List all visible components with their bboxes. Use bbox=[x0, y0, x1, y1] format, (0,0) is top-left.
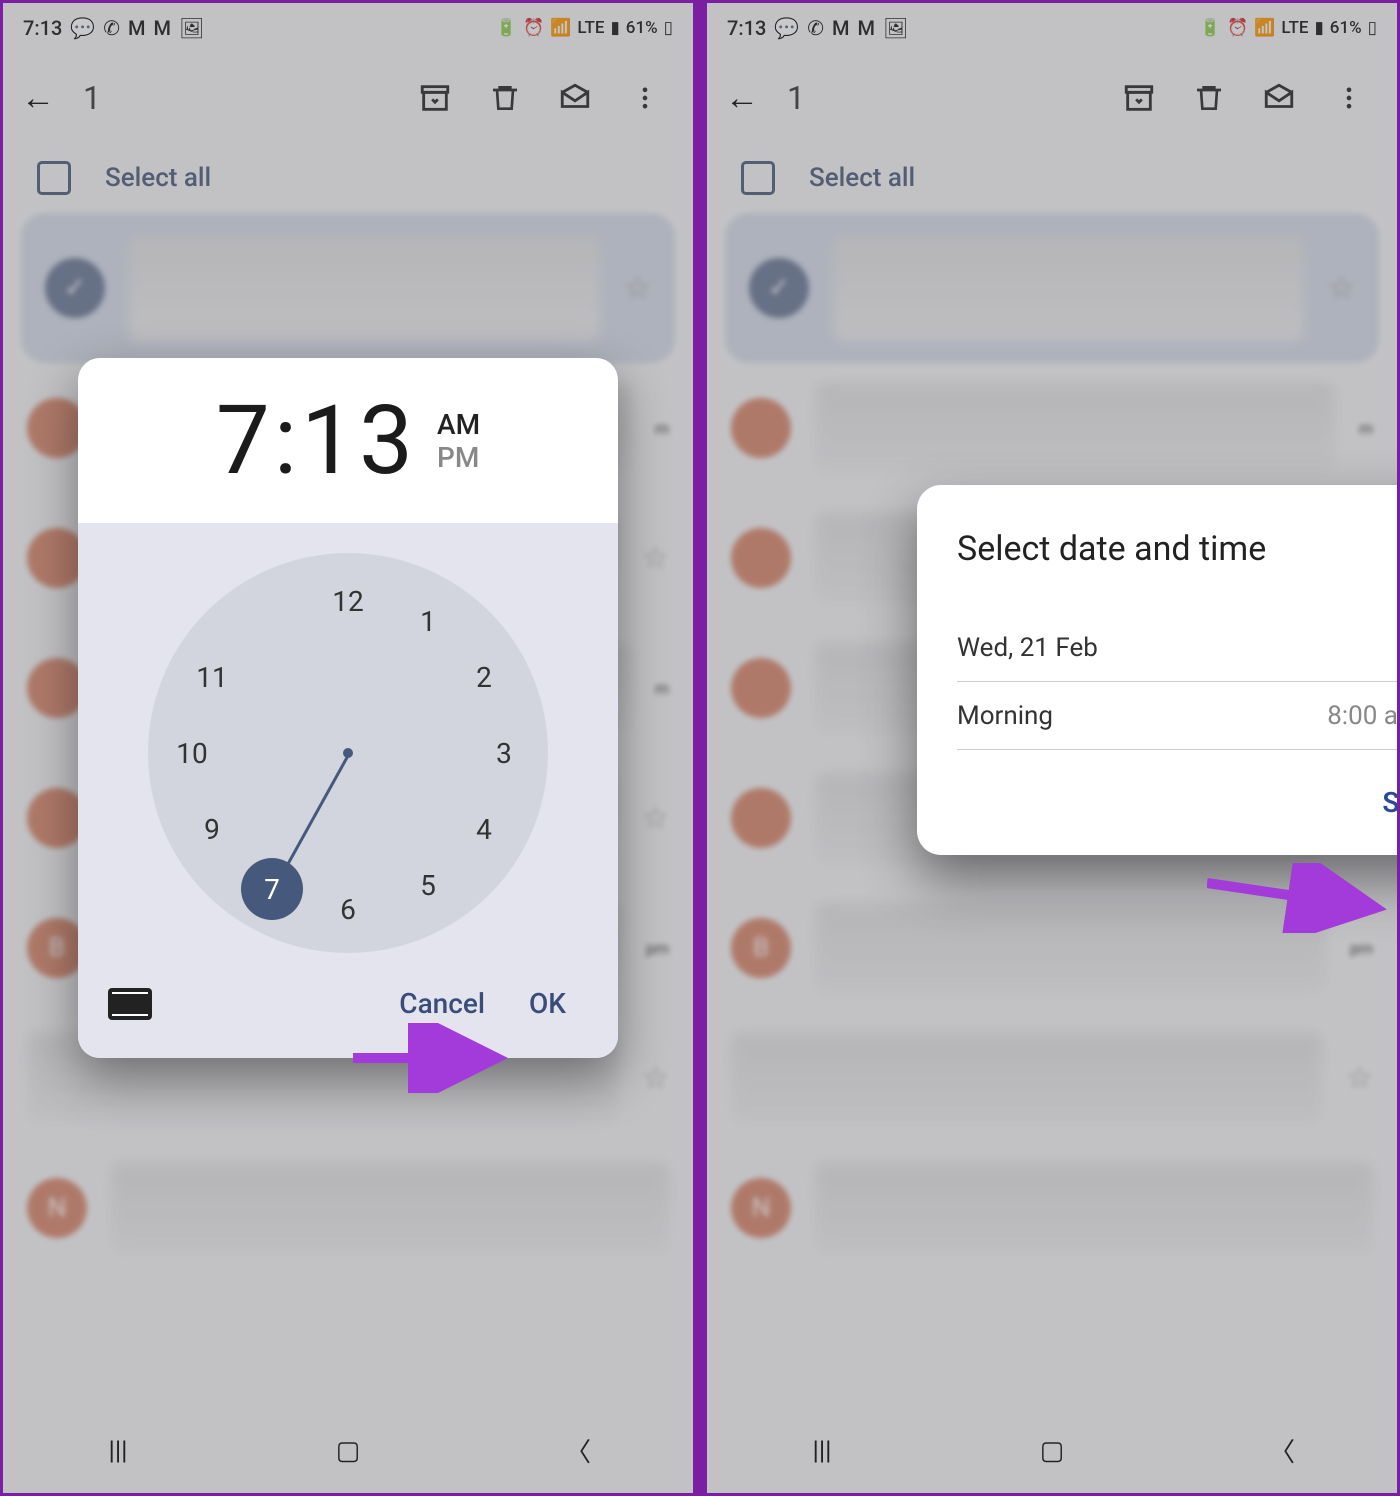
clock-face[interactable]: 12 1 2 3 4 5 6 8 9 10 11 7 bbox=[148, 553, 548, 953]
dialog-title: Select date and time bbox=[957, 529, 1400, 569]
am-toggle[interactable]: AM bbox=[437, 408, 480, 441]
time-row[interactable]: Morning 8:00 am ▼ bbox=[957, 682, 1400, 750]
time-header: 7:13 AM PM bbox=[78, 358, 618, 523]
nav-recents[interactable]: ||| bbox=[782, 1436, 862, 1466]
save-button[interactable]: SAVE bbox=[1382, 786, 1400, 819]
phone-left: 7:13 💬 ✆ M M 🖼 🔋 ⏰ 📶 LTE ▮ 61% ▯ ← 1 bbox=[0, 0, 696, 1496]
cancel-button[interactable]: Cancel bbox=[377, 979, 507, 1028]
nav-back[interactable]: 〈 bbox=[538, 1432, 618, 1469]
ok-button[interactable]: OK bbox=[507, 979, 588, 1028]
time-display[interactable]: 7:13 bbox=[216, 385, 417, 497]
selected-hour-knob[interactable]: 7 bbox=[241, 858, 303, 920]
date-value: Wed, 21 Feb bbox=[957, 633, 1098, 663]
period-time: 8:00 am bbox=[1327, 701, 1400, 731]
nav-back[interactable]: 〈 bbox=[1242, 1432, 1322, 1469]
android-navbar: ||| ▢ 〈 bbox=[707, 1408, 1397, 1493]
android-navbar: ||| ▢ 〈 bbox=[3, 1408, 693, 1493]
period-label: Morning bbox=[957, 701, 1053, 731]
nav-home[interactable]: ▢ bbox=[308, 1436, 388, 1466]
nav-home[interactable]: ▢ bbox=[1012, 1436, 1092, 1466]
image-divider bbox=[696, 0, 704, 1496]
phone-right: 7:13 💬 ✆ M M 🖼 🔋 ⏰ 📶 LTE ▮ 61% ▯ ← 1 bbox=[704, 0, 1400, 1496]
date-row[interactable]: Wed, 21 Feb ▼ bbox=[957, 614, 1400, 682]
keyboard-toggle[interactable] bbox=[108, 988, 152, 1020]
pm-toggle[interactable]: PM bbox=[437, 441, 480, 474]
time-picker-dialog: 7:13 AM PM 12 1 2 3 4 5 6 8 9 10 11 bbox=[78, 358, 618, 1058]
nav-recents[interactable]: ||| bbox=[78, 1436, 158, 1466]
date-time-dialog: Select date and time Wed, 21 Feb ▼ Morni… bbox=[917, 485, 1400, 855]
